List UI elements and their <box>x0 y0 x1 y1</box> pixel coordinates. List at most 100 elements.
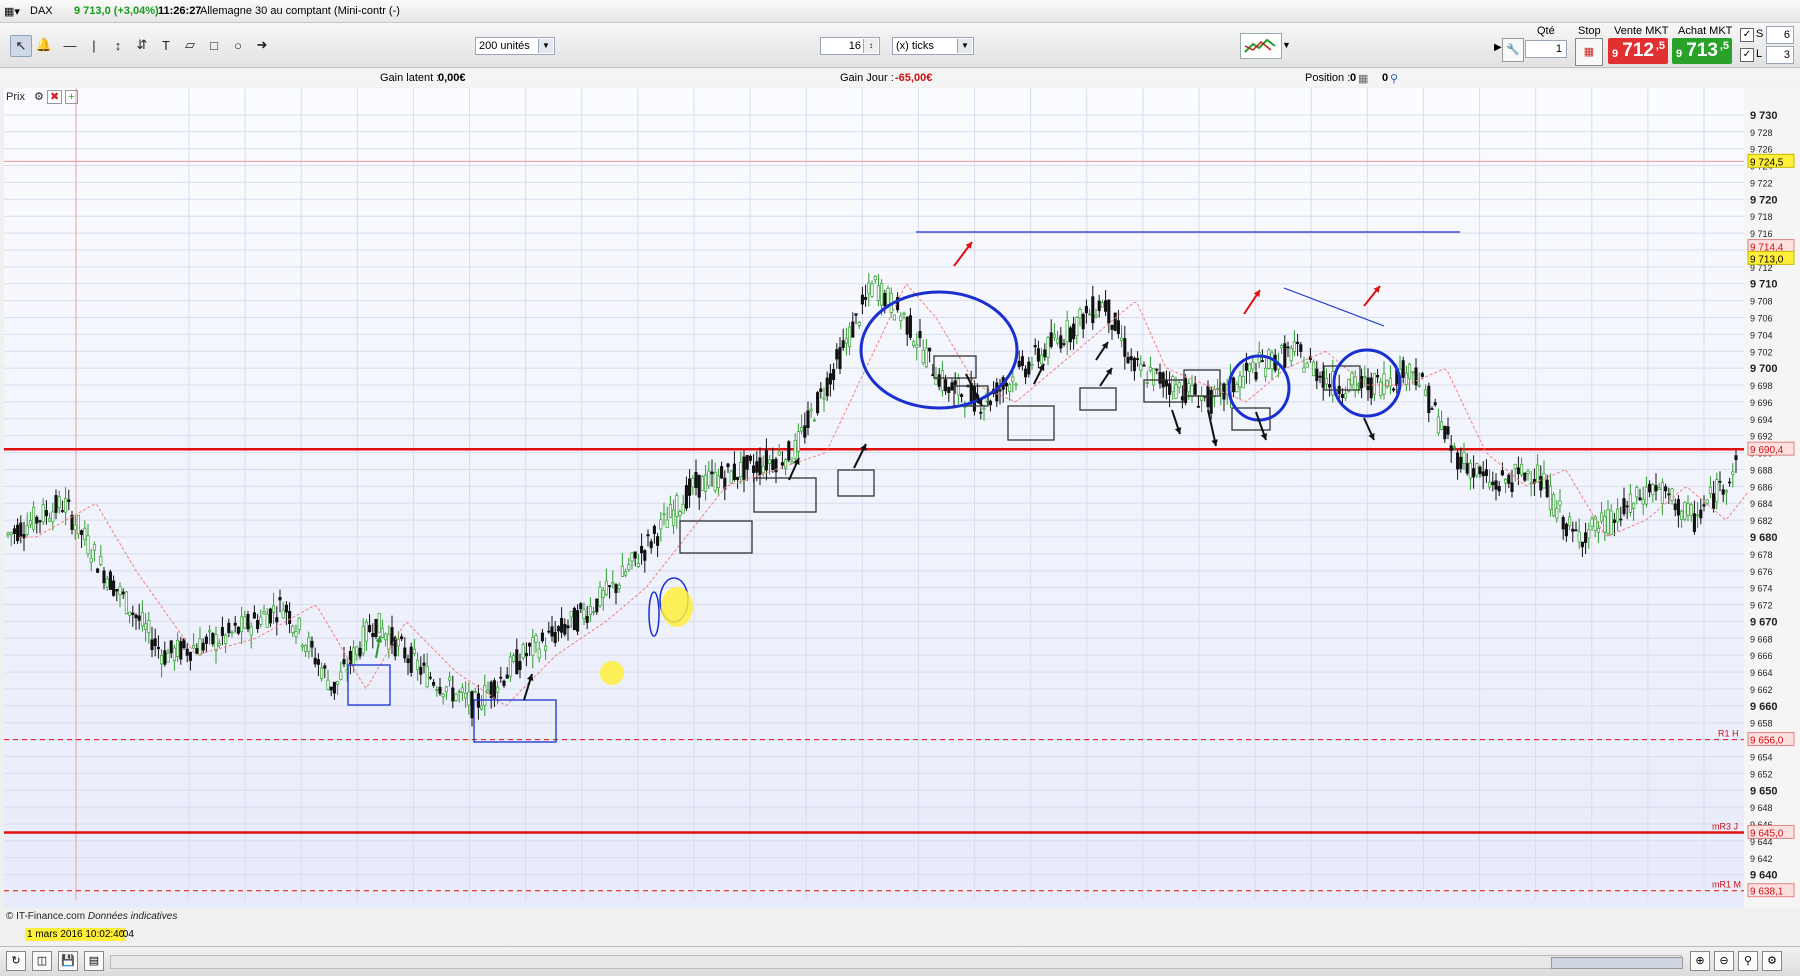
candle-body <box>1113 312 1117 331</box>
qty-input[interactable]: 1 <box>1525 40 1567 58</box>
candle-body <box>454 693 458 701</box>
collapse-arrow-icon[interactable]: ▶ <box>1494 42 1502 53</box>
auto-scroll-icon[interactable]: ↻ <box>6 951 26 971</box>
s-input[interactable]: 6 <box>1766 26 1794 44</box>
zoom-reset-icon[interactable]: ⚲ <box>1738 951 1758 971</box>
candle-body <box>844 337 848 344</box>
candle-body <box>1209 389 1213 414</box>
l-input[interactable]: 3 <box>1766 46 1794 64</box>
candle-body <box>937 374 941 387</box>
position-edit-icon[interactable]: ▦ <box>1358 72 1368 85</box>
candle-body <box>396 638 400 647</box>
settings-icon[interactable]: ⚙ <box>1762 951 1782 971</box>
candle-body <box>1305 362 1309 368</box>
candle-body <box>1155 368 1159 371</box>
candle-body <box>1558 500 1562 506</box>
stepper-arrows-icon[interactable]: ↕ <box>863 39 878 53</box>
split-view-icon[interactable]: ◫ <box>32 951 52 971</box>
candle-body <box>595 598 599 613</box>
candle-body <box>624 571 628 576</box>
horizontal-scrollbar[interactable] <box>110 955 1683 969</box>
gain-latent-label: Gain latent : <box>380 72 440 84</box>
chevron-down-icon[interactable]: ▼ <box>957 39 972 53</box>
stop-button[interactable]: ▦ <box>1575 38 1603 66</box>
highlight-blob <box>600 661 624 685</box>
candle-body <box>1724 490 1728 493</box>
candle-body <box>1683 502 1687 520</box>
candle-body <box>774 458 778 473</box>
candle-body <box>905 316 909 335</box>
candle-body <box>521 644 525 659</box>
candle-body <box>227 622 231 633</box>
arrow-tool-icon[interactable]: ➜ <box>252 35 272 55</box>
price-tick-label: 9 648 <box>1750 803 1773 813</box>
wrench-icon[interactable]: 🔧 <box>1502 38 1524 62</box>
ellipse-tool-icon[interactable]: ○ <box>228 35 248 55</box>
candle-body <box>793 440 797 459</box>
chart-area[interactable]: 9 7309 7289 7269 7249 7229 7209 7189 716… <box>4 88 1800 930</box>
price-tick-label: 9 696 <box>1750 398 1773 408</box>
candle-body <box>921 350 925 364</box>
position-search-icon[interactable]: ⚲ <box>1390 72 1398 85</box>
candle-body <box>588 606 592 615</box>
candle-body <box>1244 362 1248 371</box>
close-indicator-icon[interactable]: ✖ <box>46 90 63 104</box>
candle-body <box>390 627 394 646</box>
text-tool-icon[interactable]: T <box>156 35 176 55</box>
candle-body <box>41 504 45 523</box>
candle-body <box>1552 494 1556 517</box>
vertical-range-tool-icon[interactable]: ⇵ <box>132 35 152 55</box>
alert-bell-icon[interactable]: 🔔 <box>34 35 54 55</box>
candle-body <box>777 451 781 456</box>
ticks-stepper[interactable]: 16 ↕ <box>820 37 880 55</box>
candle-body <box>585 615 589 623</box>
l-checkbox[interactable]: ✓ <box>1740 48 1754 62</box>
buy-mkt-button[interactable]: 9 713 ,5 <box>1672 38 1732 64</box>
chart-type-button[interactable] <box>1240 33 1282 59</box>
prix-label[interactable]: Prix ⚙ ✖ + <box>6 90 78 104</box>
candle-body <box>1059 335 1063 349</box>
candle-body <box>649 541 653 549</box>
dax-logo-icon[interactable]: ▦▾ <box>4 5 20 18</box>
candle-body <box>1660 481 1664 504</box>
cross-tool-icon[interactable]: ↕ <box>108 35 128 55</box>
channel-tool-icon[interactable]: ▱ <box>180 35 200 55</box>
candle-body <box>1315 368 1319 382</box>
chevron-down-icon[interactable]: ▼ <box>538 39 553 53</box>
candle-body <box>1484 469 1488 476</box>
candle-body <box>406 658 410 663</box>
rectangle-tool-icon[interactable]: □ <box>204 35 224 55</box>
ticks-type-value: (x) ticks <box>896 40 934 52</box>
zoom-in-icon[interactable]: ⊕ <box>1690 951 1710 971</box>
s-checkbox[interactable]: ✓ <box>1740 28 1754 42</box>
candle-body <box>1657 487 1661 490</box>
candle-body <box>265 613 269 628</box>
vertical-line-tool-icon[interactable]: | <box>84 35 104 55</box>
scrollbar-thumb[interactable] <box>1551 957 1683 969</box>
ticks-type-select[interactable]: (x) ticks ▼ <box>892 37 974 55</box>
instrument-name[interactable]: DAX <box>30 5 53 17</box>
layout-icon[interactable]: ▤ <box>84 951 104 971</box>
candle-body <box>675 495 679 517</box>
candle-body <box>1574 529 1578 532</box>
horizontal-line-tool-icon[interactable]: — <box>60 35 80 55</box>
candle-body <box>736 476 740 480</box>
candle-body <box>48 518 52 522</box>
units-select[interactable]: 200 unités ▼ <box>475 37 555 55</box>
save-icon[interactable]: 💾 <box>58 951 78 971</box>
candle-body <box>1196 406 1200 408</box>
candle-body <box>880 282 884 306</box>
instrument-quote: 9 713,0 (+3,04%) <box>74 5 159 17</box>
price-chart[interactable]: 9 7309 7289 7269 7249 7229 7209 7189 716… <box>4 88 1800 930</box>
pointer-tool-icon[interactable]: ↖ <box>10 35 32 57</box>
candle-body <box>67 499 71 502</box>
wrench-small-icon[interactable]: ⚙ <box>34 91 44 103</box>
zoom-out-icon[interactable]: ⊖ <box>1714 951 1734 971</box>
chart-type-dropdown-icon[interactable]: ▼ <box>1282 40 1291 50</box>
candle-body <box>1014 383 1018 386</box>
sell-mkt-button[interactable]: 9 712 ,5 <box>1608 38 1668 64</box>
candle-body <box>1417 384 1421 387</box>
add-indicator-icon[interactable]: + <box>65 90 78 104</box>
candle-body <box>697 474 701 498</box>
price-tick-label: 9 680 <box>1750 532 1778 544</box>
